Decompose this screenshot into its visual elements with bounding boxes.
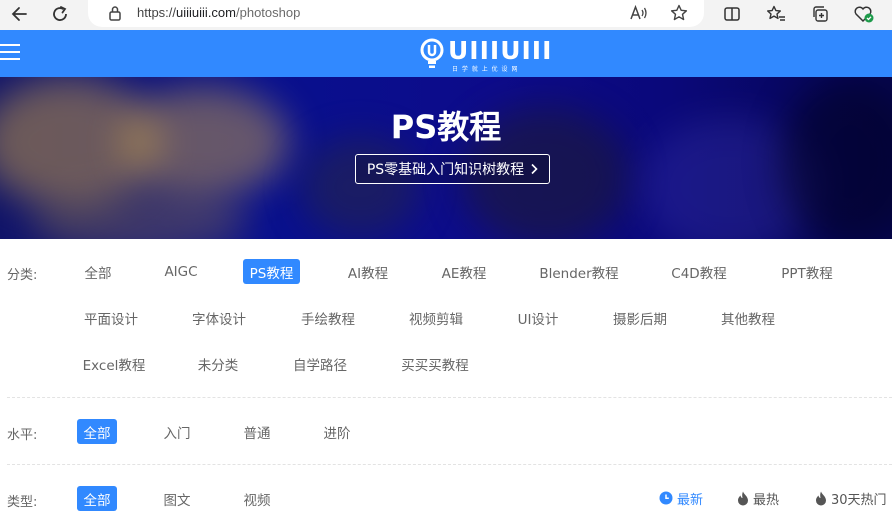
url-text[interactable]: https://uiiiuiii.com/photoshop xyxy=(137,5,300,20)
address-bar[interactable]: https://uiiiuiii.com/photoshop xyxy=(88,0,704,27)
category-chip[interactable]: Blender教程 xyxy=(533,259,625,284)
banner-bg-blur xyxy=(300,137,420,237)
sort-latest-button[interactable]: 最新 xyxy=(659,487,703,509)
chevron-right-icon xyxy=(531,163,538,175)
level-chip[interactable]: 普通 xyxy=(237,419,277,444)
level-filter-label: 水平: xyxy=(7,428,38,443)
category-chip[interactable]: UI设计 xyxy=(511,305,565,330)
category-chip[interactable]: 视频剪辑 xyxy=(402,305,470,330)
collections-button[interactable] xyxy=(808,3,832,25)
knowledge-tree-link-label: PS零基础入门知识树教程 xyxy=(366,162,525,178)
sort-hottest-button[interactable]: 最热 xyxy=(737,487,779,509)
category-chip[interactable]: AIGC xyxy=(157,259,205,284)
split-screen-button[interactable] xyxy=(720,3,744,25)
favorite-star-icon[interactable] xyxy=(668,3,690,23)
type-chip[interactable]: 视频 xyxy=(237,486,277,511)
browser-toolbar: https://uiiiuiii.com/photoshop xyxy=(0,0,892,30)
category-chip[interactable]: Excel教程 xyxy=(77,351,151,376)
logo-wordmark: UIIIUIII xyxy=(448,36,553,65)
menu-button[interactable] xyxy=(0,42,22,64)
level-chip[interactable]: 进阶 xyxy=(317,419,357,444)
filter-divider xyxy=(7,464,892,465)
category-chip[interactable]: 摄影后期 xyxy=(606,305,674,330)
sort-hottest-label: 最热 xyxy=(753,492,780,508)
category-chip[interactable]: 未分类 xyxy=(191,351,245,376)
read-aloud-icon[interactable] xyxy=(628,3,650,23)
collections-icon xyxy=(813,6,828,22)
flame-icon xyxy=(816,491,826,505)
arrow-left-icon xyxy=(11,7,27,21)
lock-icon[interactable] xyxy=(108,5,122,25)
category-chip[interactable]: 平面设计 xyxy=(77,305,145,330)
category-chip-active[interactable]: PS教程 xyxy=(243,259,300,284)
clock-icon xyxy=(659,491,673,505)
knowledge-tree-link-button[interactable]: PS零基础入门知识树教程 xyxy=(355,154,550,184)
category-chip[interactable]: 自学路径 xyxy=(286,351,354,376)
category-chip[interactable]: 手绘教程 xyxy=(294,305,362,330)
sort-30day-hot-button[interactable]: 30天热门 xyxy=(815,487,887,509)
level-chip[interactable]: 入门 xyxy=(157,419,197,444)
split-screen-icon xyxy=(724,7,740,21)
extension-button[interactable] xyxy=(852,3,876,25)
sort-latest-label: 最新 xyxy=(677,492,704,508)
page-title: PS教程 xyxy=(390,108,502,146)
category-chip[interactable]: AI教程 xyxy=(340,259,396,284)
flame-icon xyxy=(738,491,748,505)
category-filter-label: 分类: xyxy=(7,268,38,283)
type-filter-label: 类型: xyxy=(7,495,38,510)
category-chip[interactable]: C4D教程 xyxy=(665,259,733,284)
level-chip-active[interactable]: 全部 xyxy=(77,419,117,444)
favorites-star-list-icon xyxy=(767,5,785,21)
refresh-button[interactable] xyxy=(48,3,72,25)
sort-30day-hot-label: 30天热门 xyxy=(831,492,887,508)
category-chip[interactable]: 其他教程 xyxy=(714,305,782,330)
menu-bar-line xyxy=(0,58,20,60)
site-header: UIIIUIII 日 学 就 上 优 设 网 xyxy=(0,30,892,77)
category-chip[interactable]: AE教程 xyxy=(434,259,494,284)
lightbulb-logo-icon xyxy=(420,38,444,68)
category-chip[interactable]: PPT教程 xyxy=(774,259,840,284)
favorites-button[interactable] xyxy=(764,3,788,25)
hero-banner: PS教程 PS零基础入门知识树教程 xyxy=(0,77,892,239)
menu-bar-line xyxy=(0,51,20,53)
category-chip[interactable]: 全部 xyxy=(77,259,119,284)
extension-heart-icon xyxy=(854,6,874,23)
refresh-icon xyxy=(53,6,67,21)
type-chip-active[interactable]: 全部 xyxy=(77,486,117,511)
menu-bar-line xyxy=(0,44,20,46)
logo-tagline: 日 学 就 上 优 设 网 xyxy=(452,66,519,73)
site-logo[interactable]: UIIIUIII 日 学 就 上 优 设 网 xyxy=(420,36,553,73)
type-chip[interactable]: 图文 xyxy=(157,486,197,511)
category-chip[interactable]: 字体设计 xyxy=(186,305,252,330)
filter-divider xyxy=(7,397,892,398)
back-button[interactable] xyxy=(7,3,31,25)
category-chip[interactable]: 买买买教程 xyxy=(394,351,476,376)
